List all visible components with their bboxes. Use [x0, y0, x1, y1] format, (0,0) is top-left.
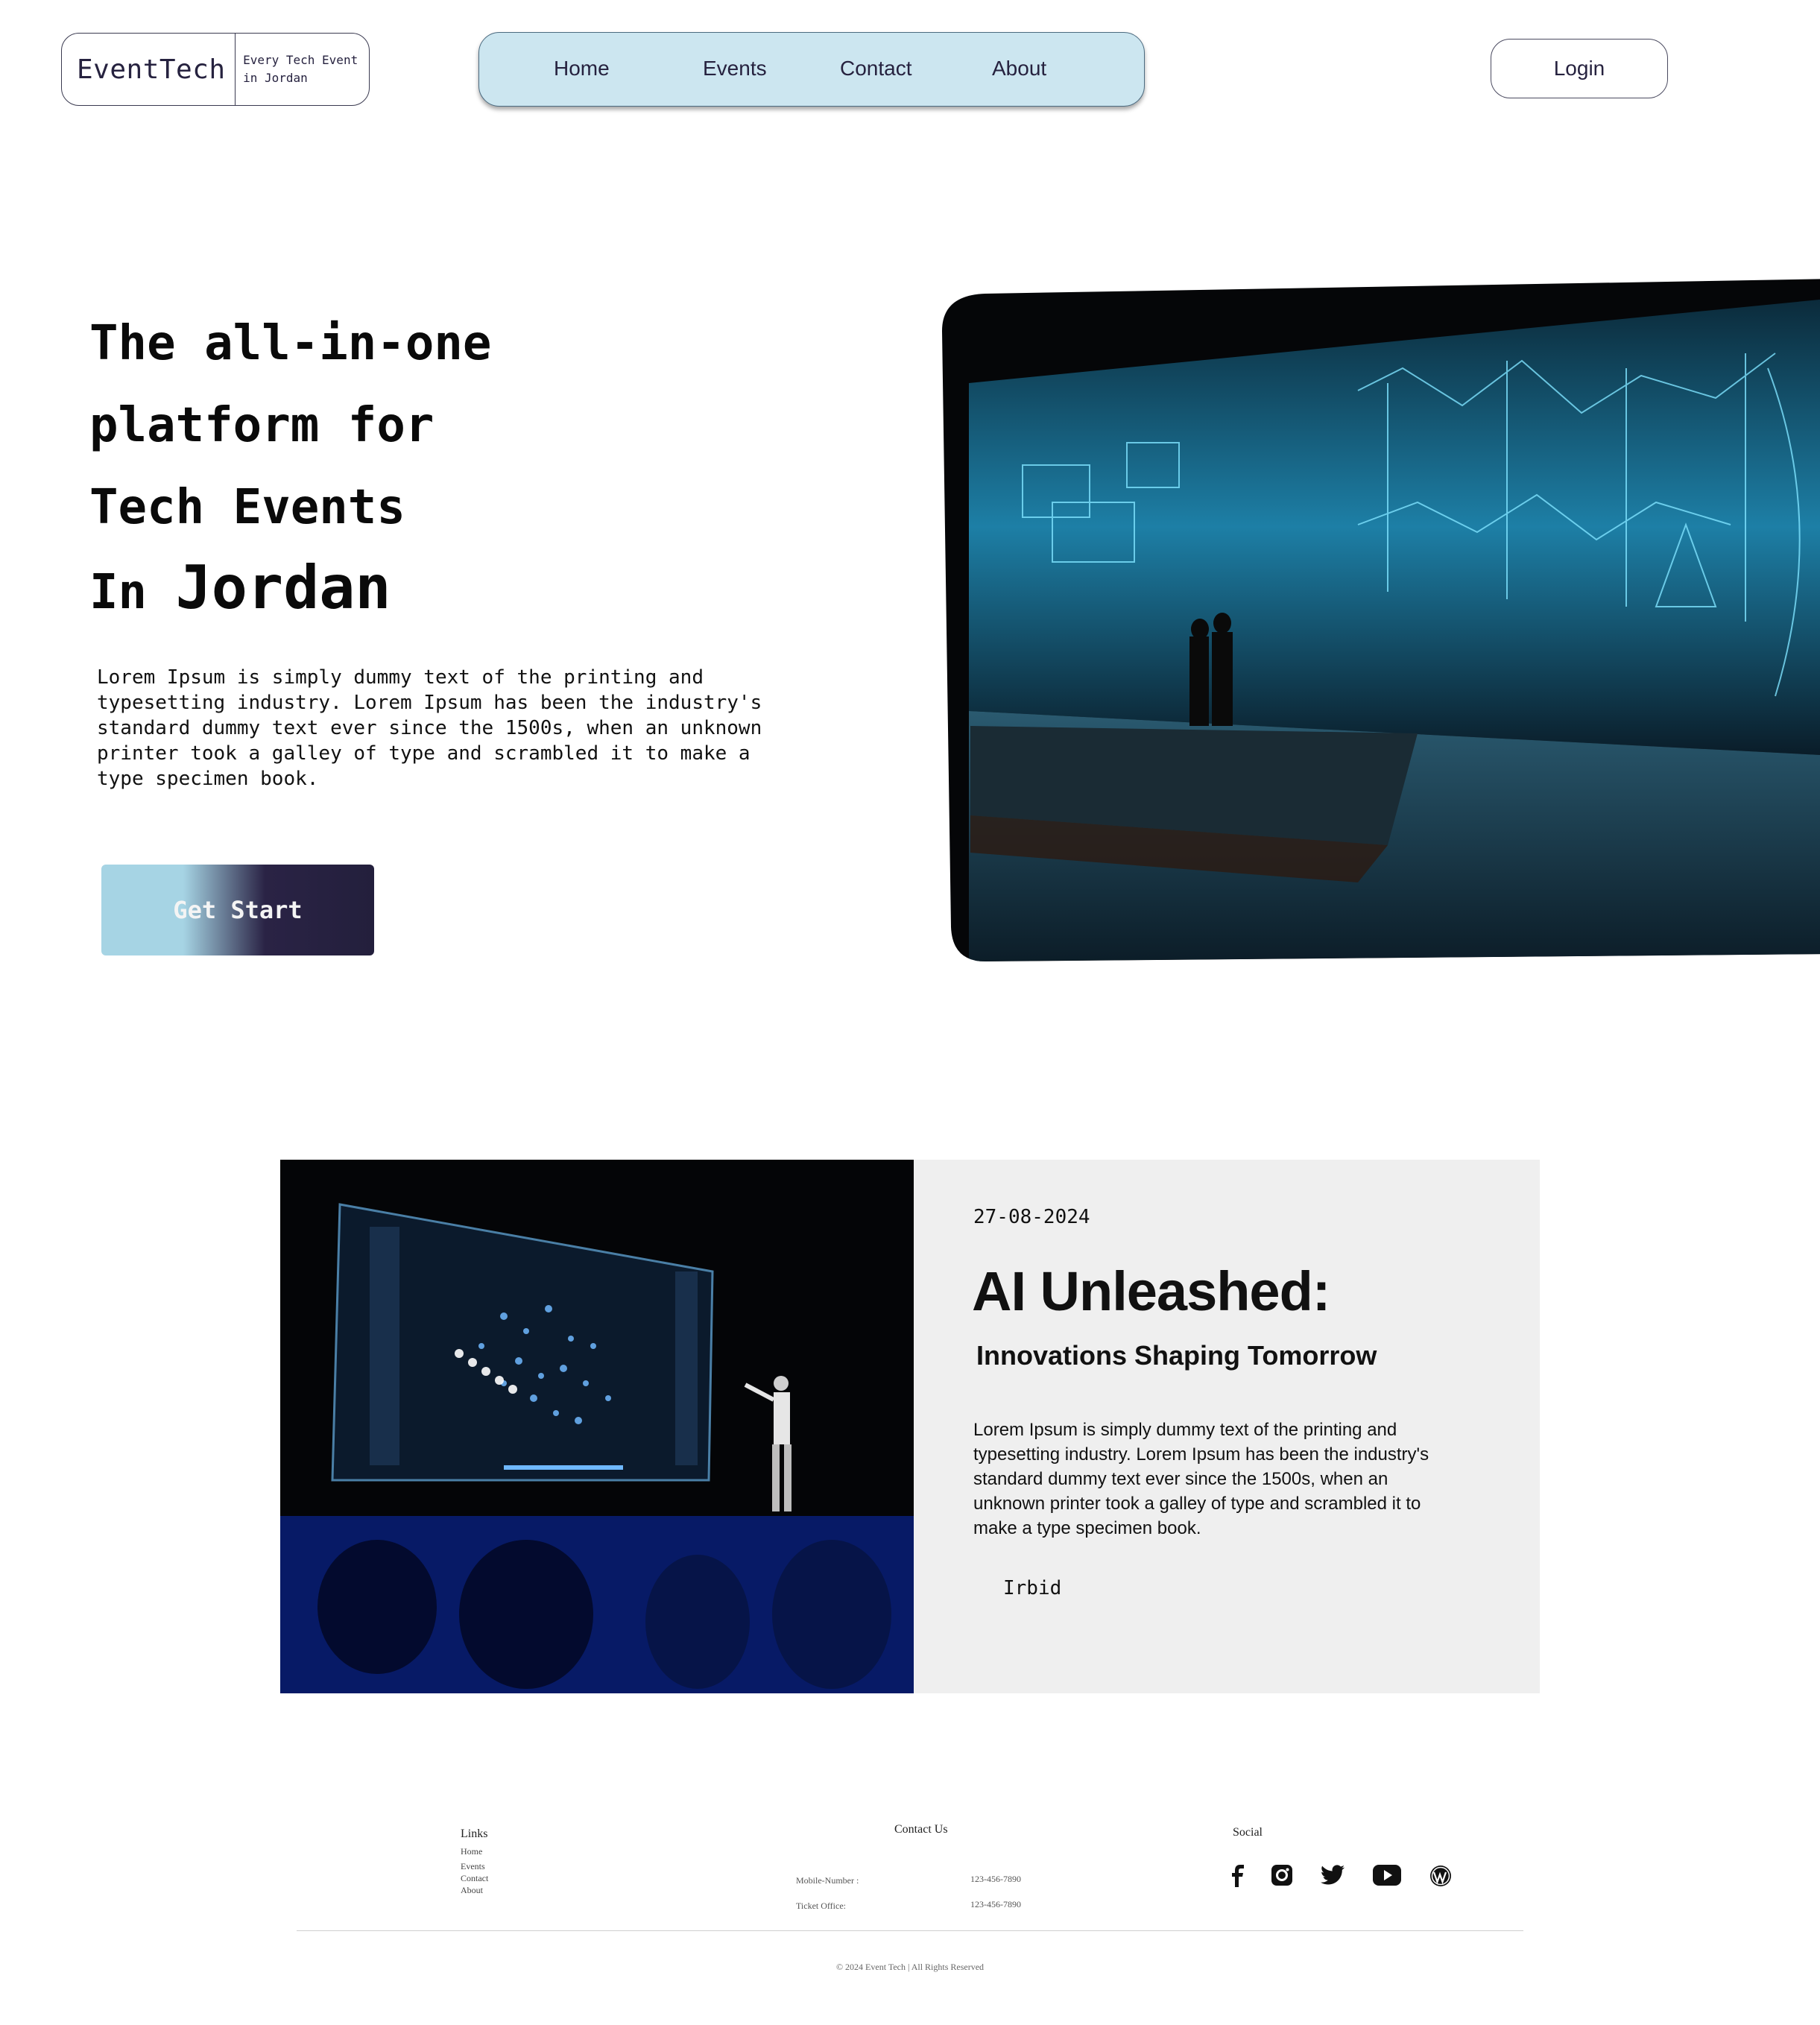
logo-tagline: Every Tech Event in Jordan	[236, 51, 358, 87]
footer-link-home[interactable]: Home	[461, 1845, 482, 1857]
login-button[interactable]: Login	[1491, 39, 1668, 98]
hero-description: Lorem Ipsum is simply dummy text of the …	[97, 666, 762, 790]
footer-link-events[interactable]: Events	[461, 1860, 485, 1872]
main-nav: Home Events Contact About	[478, 32, 1145, 107]
wordpress-icon[interactable]	[1429, 1865, 1452, 1887]
logo[interactable]: EventTech Every Tech Event in Jordan	[61, 33, 370, 106]
nav-events[interactable]: Events	[703, 57, 767, 80]
nav-home[interactable]: Home	[554, 57, 610, 80]
hero-title-line1: The all-in-one	[89, 316, 492, 371]
footer-link-contact[interactable]: Contact	[461, 1872, 488, 1884]
instagram-icon[interactable]	[1271, 1865, 1292, 1886]
youtube-icon[interactable]	[1373, 1865, 1401, 1886]
footer-ticket-label: Ticket Office:	[796, 1901, 846, 1911]
event-title[interactable]: AI Unleashed:	[972, 1260, 1330, 1323]
event-subtitle: Innovations Shaping Tomorrow	[976, 1340, 1377, 1371]
hero-title-line2: platform for	[89, 398, 435, 453]
event-date: 27-08-2024	[973, 1206, 1090, 1228]
footer-mobile-value: 123-456-7890	[970, 1874, 1021, 1884]
nav-contact[interactable]: Contact	[840, 57, 912, 80]
footer-social-heading: Social	[1233, 1826, 1263, 1839]
logo-name: EventTech	[77, 54, 226, 85]
hero-image	[942, 279, 1820, 961]
footer-divider	[297, 1930, 1523, 1931]
footer-mobile-label: Mobile-Number :	[796, 1875, 859, 1886]
hero-title-line3: Tech Events	[89, 480, 405, 535]
hero-title-jordan: Jordan	[175, 553, 391, 622]
nav-about[interactable]: About	[992, 57, 1046, 80]
event-description: Lorem Ipsum is simply dummy text of the …	[973, 1420, 1429, 1538]
logo-tagline-line2: in Jordan	[243, 71, 308, 85]
get-start-button[interactable]: Get Start	[101, 865, 374, 955]
event-image	[280, 1160, 914, 1693]
hero-title-line4: In Jordan	[89, 553, 391, 622]
footer-ticket-value: 123-456-7890	[970, 1899, 1021, 1909]
facebook-icon[interactable]	[1231, 1865, 1246, 1887]
logo-tagline-line1: Every Tech Event	[243, 53, 358, 67]
hero-title-in: In	[89, 565, 148, 620]
event-location: Irbid	[1003, 1577, 1062, 1599]
twitter-icon[interactable]	[1321, 1865, 1345, 1886]
copyright: © 2024 Event Tech | All Rights Reserved	[835, 1962, 985, 1972]
footer-contact-heading: Contact Us	[894, 1823, 948, 1836]
footer-links-heading: Links	[461, 1827, 488, 1840]
footer-link-about[interactable]: About	[461, 1884, 483, 1896]
